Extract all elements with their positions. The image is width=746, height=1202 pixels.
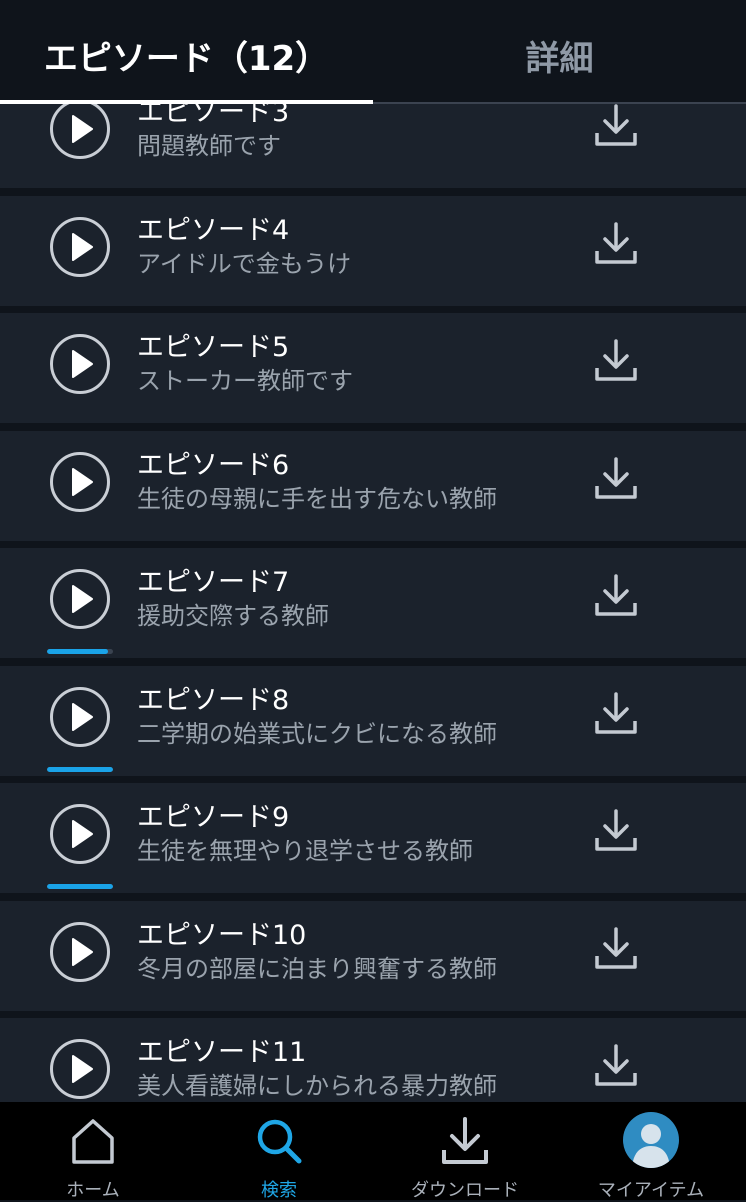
download-icon: [595, 339, 637, 381]
episode-title: エピソード9: [137, 802, 290, 833]
play-icon: [72, 703, 93, 731]
download-icon: [442, 1117, 488, 1164]
episode-title: エピソード6: [137, 450, 290, 481]
episode-row[interactable]: エピソード3 問題教師です: [0, 104, 746, 188]
episode-title: エピソード8: [137, 685, 290, 716]
watch-progress-bar: [47, 649, 113, 654]
play-button[interactable]: [50, 1039, 110, 1099]
episode-subtitle: 美人看護婦にしかられる暴力教師: [137, 1072, 497, 1100]
episode-subtitle: 冬月の部屋に泊まり興奮する教師: [137, 955, 497, 983]
download-icon: [595, 692, 637, 734]
episode-row[interactable]: エピソード7 援助交際する教師: [0, 548, 746, 658]
episode-subtitle: 問題教師です: [137, 132, 281, 160]
search-icon: [257, 1119, 302, 1164]
nav-downloads-label: ダウンロード: [411, 1180, 519, 1201]
download-button[interactable]: [594, 457, 638, 501]
play-button[interactable]: [50, 334, 110, 394]
tab-divider: [373, 102, 746, 104]
episode-title: エピソード5: [137, 332, 290, 363]
play-icon: [72, 1055, 93, 1083]
nav-search[interactable]: 検索: [186, 1102, 372, 1201]
download-icon: [595, 927, 637, 969]
play-icon: [72, 468, 93, 496]
nav-home-label: ホーム: [66, 1180, 120, 1201]
tab-bar: エピソード（12） 詳細: [0, 0, 746, 104]
watch-progress-fill: [47, 767, 113, 772]
watch-progress-fill: [47, 884, 113, 889]
episode-subtitle: 援助交際する教師: [137, 602, 329, 630]
download-icon: [595, 457, 637, 499]
episode-row[interactable]: エピソード6 生徒の母親に手を出す危ない教師: [0, 431, 746, 541]
watch-progress-bar: [47, 884, 113, 889]
play-button[interactable]: [50, 922, 110, 982]
episode-subtitle: 二学期の始業式にクビになる教師: [137, 720, 497, 748]
avatar: [623, 1112, 679, 1168]
episode-row[interactable]: エピソード9 生徒を無理やり退学させる教師: [0, 783, 746, 893]
tab-episodes[interactable]: エピソード（12）: [0, 0, 373, 104]
play-icon: [72, 233, 93, 261]
active-tab-indicator: [0, 100, 373, 104]
episode-row[interactable]: エピソード5 ストーカー教師です: [0, 313, 746, 423]
tab-details[interactable]: 詳細: [373, 0, 746, 104]
download-button[interactable]: [594, 104, 638, 148]
episode-subtitle: 生徒を無理やり退学させる教師: [137, 837, 473, 865]
episode-subtitle: 生徒の母親に手を出す危ない教師: [137, 485, 497, 513]
episode-row[interactable]: エピソード11 美人看護婦にしかられる暴力教師: [0, 1018, 746, 1102]
watch-progress-fill: [47, 649, 109, 654]
download-button[interactable]: [594, 574, 638, 618]
episode-title: エピソード4: [137, 215, 290, 246]
episode-row[interactable]: エピソード8 二学期の始業式にクビになる教師: [0, 666, 746, 776]
play-button[interactable]: [50, 452, 110, 512]
download-button[interactable]: [594, 1044, 638, 1088]
download-button[interactable]: [594, 339, 638, 383]
bottom-navigation: ホーム 検索 ダウンロード マイアイテム: [0, 1102, 746, 1201]
download-icon: [595, 222, 637, 264]
nav-home[interactable]: ホーム: [0, 1102, 186, 1201]
play-button[interactable]: [50, 569, 110, 629]
nav-downloads[interactable]: ダウンロード: [372, 1102, 558, 1201]
play-icon: [72, 585, 93, 613]
play-button[interactable]: [50, 687, 110, 747]
download-icon: [595, 809, 637, 851]
download-button[interactable]: [594, 927, 638, 971]
download-button[interactable]: [594, 692, 638, 736]
watch-progress-bar: [47, 767, 113, 772]
download-button[interactable]: [594, 809, 638, 853]
episode-row[interactable]: エピソード10 冬月の部屋に泊まり興奮する教師: [0, 901, 746, 1011]
episode-subtitle: アイドルで金もうけ: [137, 250, 352, 278]
episode-title: エピソード10: [137, 920, 307, 951]
download-icon: [595, 104, 637, 146]
download-button[interactable]: [594, 222, 638, 266]
nav-my-items[interactable]: マイアイテム: [558, 1102, 744, 1201]
nav-search-label: 検索: [261, 1180, 297, 1201]
play-icon: [72, 938, 93, 966]
nav-my-items-label: マイアイテム: [597, 1180, 705, 1201]
play-button[interactable]: [50, 804, 110, 864]
episode-title: エピソード7: [137, 567, 290, 598]
episode-subtitle: ストーカー教師です: [137, 367, 353, 395]
download-icon: [595, 1044, 637, 1086]
user-silhouette-icon: [632, 1124, 670, 1168]
episode-title: エピソード11: [137, 1037, 307, 1068]
episode-row[interactable]: エピソード4 アイドルで金もうけ: [0, 196, 746, 306]
play-icon: [72, 350, 93, 378]
play-button[interactable]: [50, 104, 110, 159]
home-icon: [72, 1119, 114, 1164]
download-icon: [595, 574, 637, 616]
play-icon: [72, 820, 93, 848]
play-icon: [72, 115, 93, 143]
play-button[interactable]: [50, 217, 110, 277]
episode-list[interactable]: エピソード3 問題教師ですエピソード4 アイドルで金もうけ エピソード5 ストーカー教師…: [0, 104, 746, 1102]
